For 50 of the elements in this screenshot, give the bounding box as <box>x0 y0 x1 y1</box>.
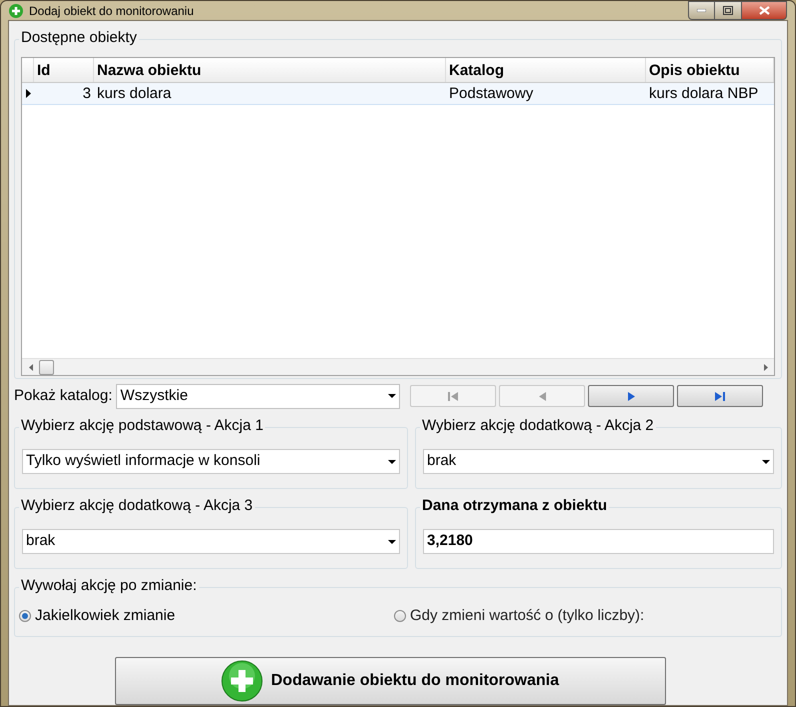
radio-option[interactable]: Gdy zmieni wartość o (tylko liczby): <box>394 604 644 628</box>
group-title: Dostępne obiekty <box>19 29 139 47</box>
action-dropdown[interactable]: Tylko wyświetl informacje w konsoli <box>22 449 400 474</box>
dropdown-caret-icon <box>762 460 770 464</box>
table-cell-text: Podstawowy <box>448 84 534 104</box>
group-title: Wybierz akcję dodatkową - Akcja 2 <box>420 417 656 435</box>
maximize-button[interactable] <box>715 1 741 20</box>
radio-option[interactable]: Jakielkowiek zmianie <box>19 604 394 628</box>
action-dropdown[interactable]: brak <box>423 449 774 474</box>
action-dropdown[interactable]: brak <box>22 529 400 554</box>
first-record-icon <box>448 392 458 400</box>
next-icon <box>628 392 635 400</box>
scroll-left-icon <box>28 364 32 370</box>
group-title: Wybierz akcję podstawową - Akcja 1 <box>19 417 266 435</box>
catalog-dropdown[interactable]: Wszystkie <box>116 384 400 408</box>
row-pointer-icon <box>26 89 30 98</box>
minimize-icon <box>697 9 706 12</box>
last-record-icon <box>715 392 726 400</box>
table-cell-text: kurs dolara <box>96 84 172 104</box>
dropdown-caret-icon <box>388 460 396 464</box>
plus-icon <box>9 4 23 18</box>
column-header[interactable]: Katalog <box>446 58 646 82</box>
column-header[interactable]: Id <box>34 58 94 82</box>
group-title: Dana otrzymana z obiektu <box>420 497 610 515</box>
radio-button[interactable] <box>394 610 406 622</box>
dropdown-caret-icon <box>388 394 396 398</box>
dropdown-caret-icon <box>388 540 396 544</box>
close-icon <box>758 6 770 15</box>
previous-icon <box>538 392 546 400</box>
table-row[interactable]: 3 kurs dolara Podstawowy kurs dolara NBP <box>22 83 774 105</box>
column-header[interactable]: Opis obiektu <box>646 58 774 82</box>
navigation-button[interactable] <box>677 385 764 407</box>
table-cell-text: kurs dolara NBP <box>648 84 760 104</box>
value-field[interactable]: 3,2180 <box>423 529 774 554</box>
scroll-right-icon <box>764 364 768 370</box>
horizontal-scrollbar[interactable] <box>22 358 774 375</box>
close-button[interactable] <box>741 1 787 20</box>
group-title: Wywołaj akcję po zmianie: <box>19 577 199 595</box>
radio-button[interactable] <box>19 610 31 622</box>
minimize-button[interactable] <box>688 1 715 20</box>
column-header[interactable]: Nazwa obiektu <box>94 58 446 82</box>
window-title: Dodaj obiekt do monitorowaniu <box>29 2 194 20</box>
table-cell-text: 3 <box>82 84 92 104</box>
scrollbar-thumb[interactable] <box>39 360 54 374</box>
maximize-icon <box>723 6 733 15</box>
plus-icon <box>220 660 263 702</box>
group-title: Wybierz akcję dodatkową - Akcja 3 <box>19 497 255 515</box>
navigation-button[interactable] <box>588 385 674 407</box>
add-object-button[interactable]: Dodawanie obiektu do monitorowania <box>114 657 666 705</box>
catalog-label: Pokaż katalog: <box>14 386 112 406</box>
